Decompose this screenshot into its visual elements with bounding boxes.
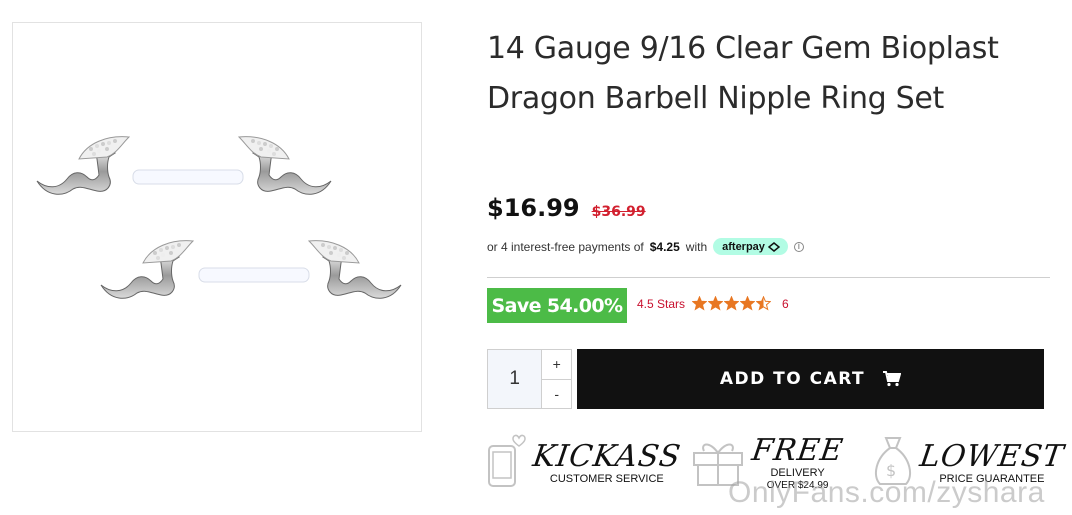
add-to-cart-button[interactable]: ADD TO CART [577, 349, 1044, 409]
quantity-input[interactable]: 1 [488, 350, 543, 408]
installments-prefix: or 4 interest-free payments of [487, 239, 644, 254]
increment-button[interactable]: + [542, 350, 571, 379]
star-full-icon [708, 296, 724, 311]
perk-headline: LOWEST [917, 438, 1067, 474]
current-price: $16.99 [487, 194, 580, 222]
star-full-icon [692, 296, 708, 311]
installments-with: with [685, 239, 708, 254]
quantity-controls: + - [542, 350, 571, 408]
star-rating [692, 296, 772, 311]
divider [487, 277, 1050, 278]
installment-amount: $4.25 [649, 239, 680, 254]
afterpay-label: afterpay [722, 240, 765, 253]
perk-headline: FREE [749, 432, 846, 468]
perk-subtext: CUSTOMER SERVICE [549, 472, 664, 485]
perk-customer-service: KICKASS CUSTOMER SERVICE [487, 428, 684, 498]
save-badge: Save 54.00% [487, 288, 627, 323]
product-title: 14 Gauge 9/16 Clear Gem Bioplast Dragon … [487, 31, 999, 116]
product-page: 14 Gauge 9/16 Clear Gem Bioplast Dragon … [0, 0, 1072, 515]
star-full-icon [740, 296, 756, 311]
price-row: $16.99 $36.99 [487, 194, 646, 222]
original-price: $36.99 [591, 204, 646, 220]
product-image[interactable] [12, 22, 422, 432]
review-count[interactable]: 6 [782, 297, 789, 311]
star-half-icon [756, 296, 772, 311]
afterpay-badge[interactable]: afterpay [713, 238, 788, 255]
star-full-icon [724, 296, 740, 311]
perk-headline: KICKASS [530, 438, 684, 474]
phone-heart-icon [487, 432, 527, 495]
afterpay-logo-icon [767, 241, 780, 252]
perk-text: KICKASS CUSTOMER SERVICE [530, 438, 684, 486]
quantity-stepper[interactable]: 1 + - [487, 349, 572, 409]
watermark: OnlyFans.com/zyshara [728, 476, 1045, 509]
rating-label: 4.5 Stars [637, 296, 686, 311]
rating[interactable]: 4.5 Stars 6 [637, 296, 789, 311]
cart-icon [883, 371, 902, 387]
decrement-button[interactable]: - [542, 378, 571, 409]
dragon-barbell-image [36, 136, 402, 299]
add-to-cart-label: ADD TO CART [719, 369, 866, 389]
afterpay-installments: or 4 interest-free payments of $4.25 wit… [487, 238, 804, 255]
info-icon[interactable]: i [793, 241, 804, 252]
